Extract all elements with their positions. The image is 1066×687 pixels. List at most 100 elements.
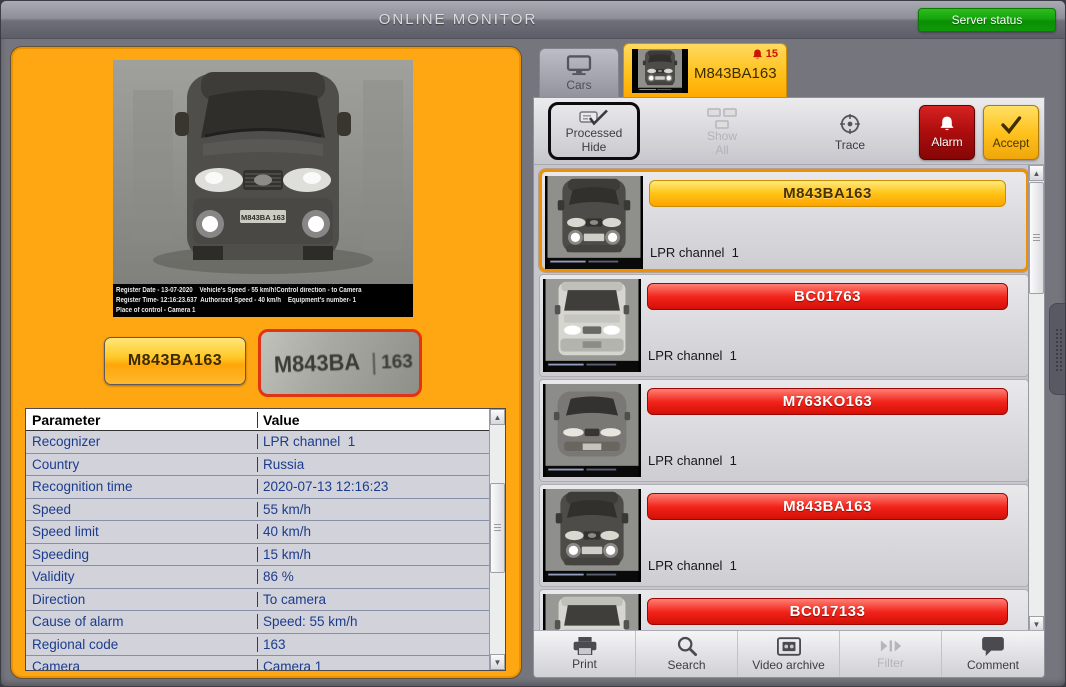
plate-crop-image[interactable]: M843BA 163 <box>258 329 422 397</box>
tab-alarm-badge: 15 <box>752 48 778 60</box>
scroll-up-icon[interactable]: ▲ <box>490 409 505 425</box>
vehicle-thumbnail <box>543 594 641 632</box>
printer-icon <box>573 637 596 655</box>
show-all-label-line2: All <box>715 142 729 157</box>
panel-collapse-handle[interactable] <box>1049 303 1065 395</box>
table-row: Recognizer LPR channel 1 <box>26 431 489 454</box>
vehicle-thumbnail <box>543 279 641 372</box>
table-scrollbar[interactable]: ▲ ▼ <box>489 409 505 670</box>
search-button[interactable]: Search <box>636 631 738 677</box>
param-cell: Direction <box>32 591 86 607</box>
window-title: ONLINE MONITOR <box>378 11 538 28</box>
list-scroll-thumb[interactable] <box>1029 182 1044 294</box>
monitor-icon <box>566 54 592 75</box>
plate-crop-main: M843BA <box>273 348 361 377</box>
processed-label-line1: Processed <box>565 125 623 140</box>
trace-button[interactable]: Trace <box>808 106 892 158</box>
accept-button[interactable]: Accept <box>983 105 1039 160</box>
tab-cars-label: Cars <box>566 77 592 92</box>
online-monitor-window: ONLINE MONITOR Server status M843BA 163 … <box>0 0 1066 687</box>
table-row: Speed 55 km/h <box>26 498 489 521</box>
value-cell: 55 km/h <box>257 501 489 517</box>
bell-icon <box>752 49 763 60</box>
list-scrollbar[interactable]: ▲ ▼ <box>1028 165 1044 632</box>
show-all-label-line1: Show <box>706 128 738 143</box>
table-row: Direction To camera <box>26 588 489 611</box>
list-item[interactable]: M843BA163 LPR channel 1 2020-07-13 12:16… <box>539 169 1029 362</box>
param-cell: Cause of alarm <box>32 614 124 630</box>
plate-on-car-text: M843BA 163 <box>241 213 285 222</box>
plate-number-button[interactable]: M843BA163 <box>104 337 246 385</box>
value-cell: 40 km/h <box>257 524 489 540</box>
list-item[interactable]: M763KO163 LPR channel 1 2020-07-13 12:15… <box>539 379 1029 570</box>
processed-check-icon <box>579 109 608 125</box>
param-cell: Regional code <box>32 636 119 652</box>
tab-plate-label: M843BA163 <box>694 65 777 82</box>
plate-badge: M843BA163 <box>647 493 1008 520</box>
item-channel: LPR channel 1 <box>648 348 737 363</box>
alarm-bell-icon <box>939 116 955 132</box>
photo-caption: Register Date - 13-07-2020 Vehicle's Spe… <box>113 284 413 317</box>
grip-dots-icon <box>1055 328 1063 372</box>
plate-badge: BC017133 <box>647 598 1008 625</box>
value-cell: 86 % <box>257 569 489 585</box>
print-button[interactable]: Print <box>534 631 636 677</box>
vehicle-photo: M843BA 163 Register Date - 13-07-2020 Ve… <box>113 60 413 317</box>
table-row: Regional code 163 <box>26 633 489 656</box>
table-scroll-thumb[interactable] <box>490 483 505 573</box>
list-item[interactable]: BC017133 <box>539 589 1029 632</box>
scroll-up-icon[interactable]: ▲ <box>1029 165 1044 181</box>
accept-label: Accept <box>992 135 1030 150</box>
value-cell: LPR channel 1 <box>257 434 489 450</box>
comment-label: Comment <box>966 657 1019 672</box>
plate-badge: M763KO163 <box>647 388 1008 415</box>
item-channel: LPR channel 1 <box>650 245 739 260</box>
vehicle-thumbnail <box>543 489 641 582</box>
bottom-toolbar: Print Search Video archive Filter Commen… <box>534 630 1044 677</box>
search-icon <box>677 636 697 656</box>
table-row: Camera Camera 1 <box>26 656 489 671</box>
video-archive-icon <box>776 636 801 656</box>
table-row: Speed limit 40 km/h <box>26 521 489 544</box>
alarm-label: Alarm <box>931 135 963 149</box>
tab-active-event[interactable]: M843BA163 15 <box>623 43 787 97</box>
caption-line-2: Register Time- 12:16:23.637 Authorized S… <box>116 297 357 304</box>
filter-icon <box>880 640 901 652</box>
list-item[interactable]: M843BA163 LPR channel 1 2020-07-13 12:15… <box>539 484 1029 624</box>
list-item[interactable]: BC01763 LPR channel 1 2020-07-13 12:16:1… <box>539 274 1029 465</box>
param-cell: Camera <box>32 659 81 671</box>
value-cell: Russia <box>257 456 489 472</box>
processed-hide-button[interactable]: Processed Hide <box>548 102 640 160</box>
vehicle-thumbnail <box>543 384 641 477</box>
show-all-button: Show All <box>678 106 766 158</box>
alarm-button[interactable]: Alarm <box>919 105 975 160</box>
vehicle-thumbnail <box>545 176 643 269</box>
active-event-panel: M843BA 163 Register Date - 13-07-2020 Ve… <box>11 47 521 678</box>
comment-button[interactable]: Comment <box>942 631 1044 677</box>
server-status-button[interactable]: Server status <box>918 8 1056 32</box>
title-bar: ONLINE MONITOR Server status <box>1 1 1065 39</box>
table-header-row: Parameter Value <box>26 409 489 431</box>
video-archive-label: Video archive <box>752 657 825 672</box>
detections-list: M843BA163 LPR channel 1 2020-07-13 12:16… <box>534 165 1044 632</box>
header-value: Value <box>257 411 489 428</box>
events-panel: Processed Hide Show All Trace Alarm Acce… <box>533 97 1045 678</box>
show-all-icon <box>707 107 737 129</box>
param-cell: Country <box>32 456 80 472</box>
caption-line-1: Register Date - 13-07-2020 Vehicle's Spe… <box>116 287 362 294</box>
filter-button: Filter <box>840 631 942 677</box>
caption-line-3: Place of control - Camera 1 <box>116 307 196 314</box>
item-channel: LPR channel 1 <box>648 453 737 468</box>
video-archive-button[interactable]: Video archive <box>738 631 840 677</box>
scroll-down-icon[interactable]: ▼ <box>490 654 505 670</box>
table-row: Validity 86 % <box>26 566 489 589</box>
param-cell: Validity <box>32 569 75 585</box>
tab-cars[interactable]: Cars <box>539 48 619 97</box>
plate-badge: BC01763 <box>647 283 1008 310</box>
comment-icon <box>982 636 1004 656</box>
print-label: Print <box>572 657 597 671</box>
value-cell: 15 km/h <box>257 546 489 562</box>
trace-target-icon <box>840 113 860 134</box>
trace-label: Trace <box>834 137 866 152</box>
table-row: Speeding 15 km/h <box>26 543 489 566</box>
